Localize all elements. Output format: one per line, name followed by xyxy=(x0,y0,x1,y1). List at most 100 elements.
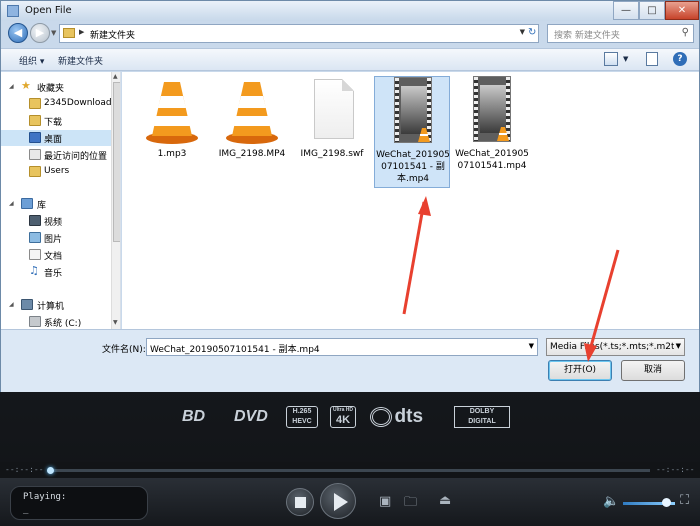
minimize-icon[interactable]: — xyxy=(613,1,639,20)
dts-logo: dts xyxy=(370,406,423,428)
nav-item-users[interactable]: Users xyxy=(1,164,111,180)
seek-handle[interactable] xyxy=(47,467,54,474)
desktop-icon xyxy=(29,132,41,143)
file-name-line: 07101541 - 副 xyxy=(381,162,445,172)
nav-item-music[interactable]: ♫ 音乐 xyxy=(1,264,111,280)
file-name: 1.mp3 xyxy=(157,149,187,159)
preview-pane-icon[interactable] xyxy=(646,52,658,66)
dts-disc-icon xyxy=(370,407,392,427)
play-button[interactable] xyxy=(320,483,356,519)
document-icon xyxy=(300,76,364,146)
forward-icon[interactable]: ▶ xyxy=(30,23,50,43)
chevron-down-icon[interactable]: ▼ xyxy=(676,342,681,350)
document-library-icon xyxy=(29,249,41,260)
nav-item-label: 系统 (C:) xyxy=(44,319,82,329)
file-item-wechat-copy-mp4[interactable]: WeChat_201905 07101541 - 副 本.mp4 xyxy=(374,76,450,188)
scroll-down-icon[interactable]: ▼ xyxy=(113,319,118,326)
nav-item-pictures[interactable]: 图片 xyxy=(1,230,111,246)
maximize-icon[interactable]: □ xyxy=(639,1,665,20)
breadcrumb-chevron-icon[interactable]: ▶ xyxy=(79,28,84,36)
folder-icon xyxy=(29,98,41,109)
file-type-select[interactable]: Media Files(*.ts;*.mts;*.m2ts;* ▼ xyxy=(546,338,685,356)
history-dropdown-icon[interactable]: ▼ xyxy=(51,29,56,37)
organize-button[interactable]: 组织 ▾ xyxy=(19,54,44,67)
speaker-icon[interactable]: 🔈 xyxy=(603,494,619,509)
nav-item-favorites[interactable]: ◢ ★ 收藏夹 xyxy=(1,79,111,95)
folder-icon xyxy=(63,28,75,38)
cancel-button[interactable]: 取消 xyxy=(621,360,685,381)
nav-item-libraries[interactable]: ◢ 库 xyxy=(1,196,111,212)
nav-item-downloads[interactable]: 下载 xyxy=(1,113,111,129)
4k-logo: Ultra HD 4K xyxy=(330,406,356,428)
camera-icon[interactable]: ▣ xyxy=(379,494,391,509)
view-options-icon[interactable] xyxy=(604,52,618,66)
search-icon[interactable]: ⚲ xyxy=(682,27,689,38)
file-item-1-mp3[interactable]: 1.mp3 xyxy=(134,76,210,188)
address-bar: ◀ ▶ ▼ ▶ 新建文件夹 ▼ ↻ 搜索 新建文件夹 ⚲ xyxy=(1,21,699,47)
file-name-line: WeChat_201905 xyxy=(455,149,529,159)
breadcrumb-current[interactable]: 新建文件夹 xyxy=(90,28,135,41)
nav-item-recent-places[interactable]: 最近访问的位置 xyxy=(1,147,111,163)
nav-scrollbar[interactable]: ▲ ▼ xyxy=(111,72,120,329)
scroll-up-icon[interactable]: ▲ xyxy=(113,73,118,80)
filename-input[interactable]: WeChat_20190507101541 - 副本.mp4 ▼ xyxy=(146,338,538,356)
volume-handle[interactable] xyxy=(662,498,671,507)
file-item-img-2198-mp4[interactable]: IMG_2198.MP4 xyxy=(214,76,290,188)
chevron-down-icon[interactable]: ▼ xyxy=(529,342,534,350)
nav-item-computer[interactable]: ◢ 计算机 xyxy=(1,297,111,313)
h265-logo: H.265 HEVC xyxy=(286,406,318,428)
open-folder-icon[interactable]: 🗀 xyxy=(404,493,417,515)
4k-text: 4K xyxy=(335,414,351,426)
recent-places-icon xyxy=(29,149,41,160)
stop-icon xyxy=(295,497,306,508)
drive-icon xyxy=(29,316,41,327)
back-icon[interactable]: ◀ xyxy=(8,23,28,43)
file-list: 1.mp3 IMG_2198.MP4 IMG_2198.swf WeChat_2… xyxy=(122,72,699,329)
nav-item-documents[interactable]: 文档 xyxy=(1,247,111,263)
format-logos: BD DVD H.265 HEVC Ultra HD 4K dts DOLBY … xyxy=(180,404,520,434)
file-item-wechat-mp4[interactable]: WeChat_201905 07101541.mp4 xyxy=(454,76,530,188)
nav-item-label: 计算机 xyxy=(37,302,65,312)
nav-item-label: 下载 xyxy=(44,118,63,128)
eject-icon[interactable]: ⏏ xyxy=(439,493,451,508)
open-button[interactable]: 打开(O) xyxy=(548,360,612,381)
close-icon[interactable]: ✕ xyxy=(665,1,699,20)
dialog-footer: 文件名(N): WeChat_20190507101541 - 副本.mp4 ▼… xyxy=(1,329,699,392)
nav-item-label: 视频 xyxy=(44,218,63,228)
file-name: WeChat_201905 07101541.mp4 xyxy=(454,148,530,172)
h265-text: H.265 xyxy=(292,408,312,415)
new-folder-button[interactable]: 新建文件夹 xyxy=(58,54,103,67)
seek-track[interactable] xyxy=(50,469,650,472)
nav-item-label: 文档 xyxy=(44,252,63,262)
fullscreen-icon[interactable]: ⛶ xyxy=(680,493,689,508)
scroll-thumb[interactable] xyxy=(113,82,120,242)
nav-item-desktop[interactable]: 桌面 xyxy=(1,130,111,146)
nav-item-drive-c[interactable]: 系统 (C:) xyxy=(1,314,111,329)
file-item-img-2198-swf[interactable]: IMG_2198.swf xyxy=(294,76,370,188)
bluray-logo: BD xyxy=(182,408,206,425)
nav-item-2345downloads[interactable]: 2345Downloads xyxy=(1,96,111,112)
file-name: WeChat_201905 07101541 - 副 本.mp4 xyxy=(375,149,451,185)
view-dropdown-icon[interactable]: ▼ xyxy=(623,55,628,63)
video-thumbnail xyxy=(460,76,524,146)
download-folder-icon xyxy=(29,115,41,126)
nav-item-videos[interactable]: 视频 xyxy=(1,213,111,229)
open-file-dialog: Open File — □ ✕ ◀ ▶ ▼ ▶ 新建文件夹 ▼ ↻ 搜索 新建文… xyxy=(0,0,700,392)
search-input[interactable]: 搜索 新建文件夹 ⚲ xyxy=(547,24,694,43)
navigation-pane: ◢ ★ 收藏夹 2345Downloads 下载 桌面 最近访问的位置 User… xyxy=(1,72,121,329)
nav-item-label: Users xyxy=(44,166,70,176)
refresh-icon[interactable]: ↻ xyxy=(528,27,536,38)
collapse-icon[interactable]: ◢ xyxy=(9,200,14,207)
search-placeholder: 搜索 新建文件夹 xyxy=(554,31,620,41)
dolby-text: DOLBY xyxy=(469,408,495,415)
stop-button[interactable] xyxy=(286,488,314,516)
path-box[interactable]: ▶ 新建文件夹 ▼ xyxy=(59,24,539,43)
video-thumbnail xyxy=(381,77,445,147)
seek-bar[interactable]: --:--:-- --:--:-- xyxy=(0,462,700,478)
vlc-icon xyxy=(140,76,204,146)
collapse-icon[interactable]: ◢ xyxy=(9,83,14,90)
collapse-icon[interactable]: ◢ xyxy=(9,301,14,308)
help-icon[interactable]: ? xyxy=(673,52,687,66)
path-dropdown-icon[interactable]: ▼ xyxy=(520,28,525,36)
dialog-titlebar[interactable]: Open File — □ ✕ xyxy=(1,1,699,21)
